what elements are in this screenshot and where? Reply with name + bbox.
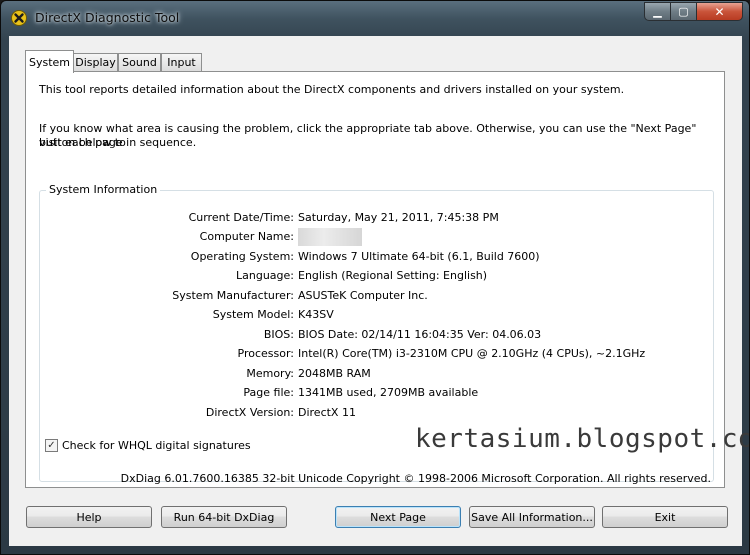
tab-label: System (28, 55, 71, 69)
whql-checkbox-label: Check for WHQL digital signatures (62, 439, 251, 452)
info-value: ASUSTeK Computer Inc. (298, 289, 428, 302)
info-row-processor: Processor: Intel(R) Core(TM) i3-2310M CP… (40, 347, 715, 363)
info-value: Saturday, May 21, 2011, 7:45:38 PM (298, 211, 499, 224)
info-value: Intel(R) Core(TM) i3-2310M CPU @ 2.10GHz… (298, 347, 646, 360)
info-label: Page file: (243, 386, 294, 399)
info-label: Processor: (237, 347, 295, 360)
tab-sound[interactable]: Sound (118, 53, 161, 71)
info-row-memory: Memory: 2048MB RAM (40, 367, 715, 383)
directx-icon (11, 10, 27, 26)
info-row-manufacturer: System Manufacturer: ASUSTeK Computer In… (40, 289, 715, 305)
info-value-redacted (298, 228, 362, 249)
instructions-text-2: visit each page in sequence. (39, 136, 197, 149)
info-row-page-file: Page file: 1341MB used, 2709MB available (40, 386, 715, 402)
exit-button[interactable]: Exit (602, 506, 728, 528)
intro-text: This tool reports detailed information a… (39, 83, 625, 96)
tab-label: Sound (122, 56, 157, 69)
group-title: System Information (46, 183, 161, 196)
client-area: System Display Sound Input This tool rep… (9, 36, 749, 546)
caption-buttons: ▁ ▢ ✕ (644, 2, 743, 22)
info-row-date-time: Current Date/Time: Saturday, May 21, 201… (40, 211, 715, 227)
info-label: Operating System: (190, 250, 294, 263)
info-value: BIOS Date: 02/14/11 16:04:35 Ver: 04.06.… (298, 328, 542, 341)
help-button[interactable]: Help (26, 506, 152, 528)
watermark-text: kertasium.blogspot.com (415, 424, 750, 454)
info-value: 1341MB used, 2709MB available (298, 386, 479, 399)
tab-system[interactable]: System (25, 50, 74, 73)
info-label: System Manufacturer: (172, 289, 294, 302)
info-label: Memory: (246, 367, 294, 380)
info-row-language: Language: English (Regional Setting: Eng… (40, 269, 715, 285)
info-row-model: System Model: K43SV (40, 308, 715, 324)
info-value: DirectX 11 (298, 406, 356, 419)
info-row-computer-name: Computer Name: (40, 228, 715, 249)
save-all-information-button[interactable]: Save All Information... (469, 506, 595, 528)
info-label: BIOS: (263, 328, 294, 341)
info-label: DirectX Version: (205, 406, 294, 419)
info-row-directx-version: DirectX Version: DirectX 11 (40, 406, 715, 422)
close-icon: ✕ (714, 4, 725, 19)
directx-diagnostic-window: DirectX Diagnostic Tool ▁ ▢ ✕ System Dis… (0, 0, 750, 555)
minimize-button[interactable]: ▁ (644, 2, 671, 21)
close-button[interactable]: ✕ (697, 2, 743, 21)
info-value: 2048MB RAM (298, 367, 371, 380)
tab-display[interactable]: Display (73, 53, 118, 71)
tab-label: Input (167, 56, 196, 69)
info-value: English (Regional Setting: English) (298, 269, 488, 282)
whql-checkbox-row[interactable]: ✓ Check for WHQL digital signatures (45, 439, 251, 452)
info-row-operating-system: Operating System: Windows 7 Ultimate 64-… (40, 250, 715, 266)
info-label: System Model: (212, 308, 294, 321)
redacted-block (298, 228, 362, 246)
maximize-icon: ▢ (678, 5, 689, 18)
copyright-text: DxDiag 6.01.7600.16385 32-bit Unicode Co… (120, 472, 711, 485)
system-tab-panel: This tool reports detailed information a… (25, 71, 749, 488)
minimize-icon: ▁ (653, 5, 662, 18)
title-bar[interactable]: DirectX Diagnostic Tool ▁ ▢ ✕ (1, 1, 749, 35)
tab-input[interactable]: Input (161, 53, 202, 71)
info-value: K43SV (298, 308, 334, 321)
maximize-button[interactable]: ▢ (671, 2, 697, 21)
checkmark-icon: ✓ (47, 439, 56, 451)
run-64bit-dxdiag-button[interactable]: Run 64-bit DxDiag (161, 506, 287, 528)
info-label: Language: (236, 269, 294, 282)
info-label: Current Date/Time: (188, 211, 294, 224)
tab-label: Display (75, 56, 116, 69)
info-value: Windows 7 Ultimate 64-bit (6.1, Build 76… (298, 250, 540, 263)
window-title: DirectX Diagnostic Tool (35, 10, 180, 25)
info-row-bios: BIOS: BIOS Date: 02/14/11 16:04:35 Ver: … (40, 328, 715, 344)
info-label: Computer Name: (199, 230, 294, 243)
whql-checkbox[interactable]: ✓ (45, 439, 58, 452)
next-page-button[interactable]: Next Page (335, 506, 461, 528)
